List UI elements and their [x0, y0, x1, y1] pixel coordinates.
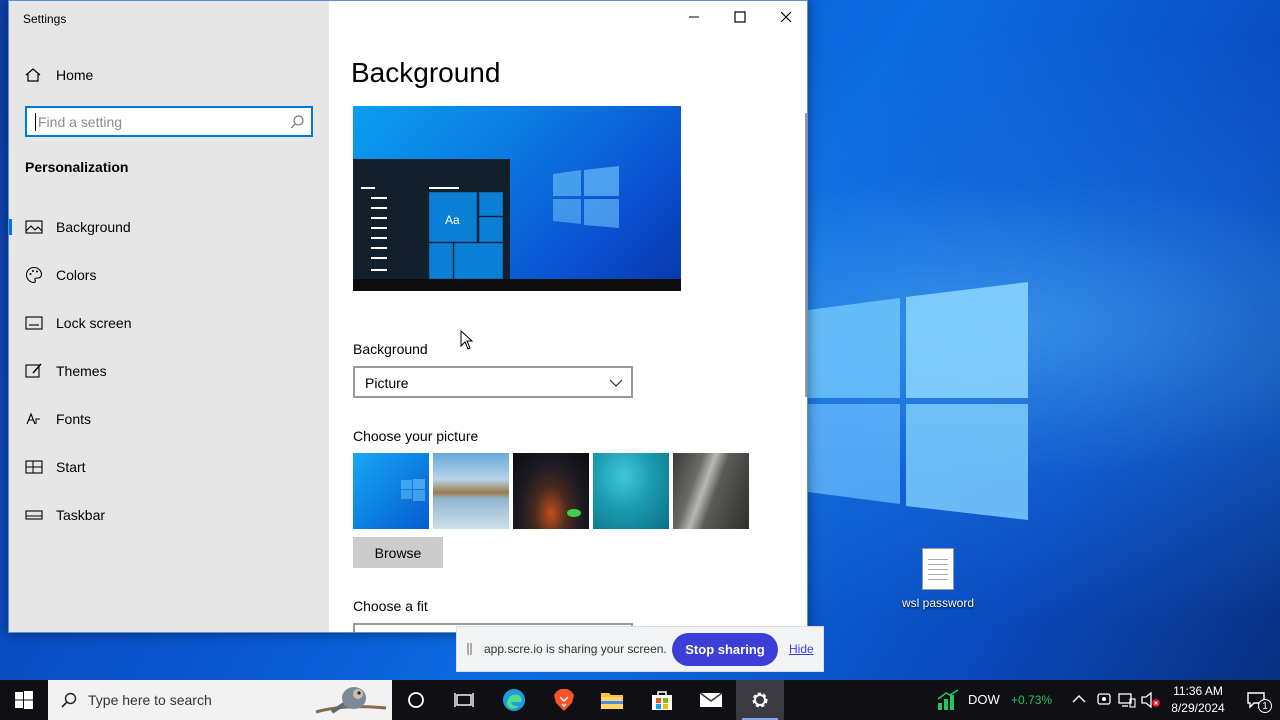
sidebar-item-themes[interactable]: Themes [9, 351, 329, 391]
settings-window: Settings Home Personalization Background [8, 0, 808, 633]
settings-sidebar: Settings Home Personalization Background [9, 1, 329, 632]
nav-home-label: Home [56, 67, 94, 83]
sidebar-item-label: Taskbar [56, 507, 106, 523]
sidebar-item-fonts[interactable]: Fonts [9, 399, 329, 439]
stock-name: DOW [968, 692, 1000, 707]
stock-chart-icon[interactable] [936, 689, 960, 711]
sidebar-item-colors[interactable]: Colors [9, 255, 329, 295]
mouse-cursor-icon [460, 330, 474, 350]
cortana-button[interactable] [392, 680, 440, 720]
notifications-button[interactable]: 1 [1232, 680, 1280, 720]
nav-home[interactable]: Home [25, 63, 93, 87]
settings-content: Background Aa Background Picture Choose … [329, 1, 807, 632]
stock-change: +0.73% [1011, 693, 1053, 707]
cortana-circle-icon [408, 692, 424, 708]
lock-screen-icon [25, 314, 43, 332]
hide-link[interactable]: Hide [789, 642, 814, 656]
chevron-down-icon [609, 379, 623, 387]
sidebar-item-label: Themes [56, 363, 107, 379]
text-file-icon [922, 548, 954, 590]
mail-button[interactable] [687, 680, 735, 720]
home-icon [25, 67, 41, 83]
search-icon[interactable] [289, 114, 305, 130]
windows-logo-wallpaper [808, 282, 1028, 520]
system-clock[interactable]: 11:36 AM 8/29/2024 [1160, 683, 1236, 717]
picture-thumbnail-underwater[interactable] [593, 453, 669, 529]
edge-browser-button[interactable] [490, 680, 538, 720]
start-button[interactable] [0, 680, 48, 720]
edge-icon [503, 689, 525, 711]
drag-handle-icon[interactable] [467, 643, 472, 655]
picture-thumbnail-windows[interactable] [353, 453, 429, 529]
preview-sample-text: Aa [445, 213, 460, 227]
gear-icon [752, 692, 768, 708]
brush-icon [25, 362, 43, 380]
sidebar-item-taskbar[interactable]: Taskbar [9, 495, 329, 535]
stop-sharing-button[interactable]: Stop sharing [672, 633, 778, 666]
desktop-preview: Aa [353, 106, 681, 291]
search-highlight-bird-icon [315, 687, 387, 714]
task-view-icon [454, 693, 474, 707]
notification-count-badge: 1 [1258, 699, 1272, 713]
setting-search-box[interactable] [25, 106, 313, 137]
picture-thumbnail-beach-rocks[interactable] [433, 453, 509, 529]
palette-icon [25, 266, 43, 284]
picture-thumbnail-night-sky[interactable] [513, 453, 589, 529]
clock-date: 8/29/2024 [1171, 701, 1225, 715]
chevron-up-icon[interactable] [1072, 694, 1086, 704]
preview-taskbar [353, 279, 681, 291]
section-title: Personalization [25, 159, 129, 175]
windows-start-icon [15, 691, 33, 709]
dropdown-value: Picture [365, 375, 409, 391]
taskbar-icon [25, 506, 43, 524]
file-explorer-button[interactable] [588, 680, 636, 720]
sidebar-item-background[interactable]: Background [9, 207, 329, 247]
taskbar-search-box[interactable]: Type here to search [48, 680, 392, 720]
background-label: Background [353, 341, 428, 357]
taskbar-search-text: Type here to search [88, 692, 212, 708]
preview-windows-logo [553, 166, 619, 228]
background-type-dropdown[interactable]: Picture [353, 366, 633, 398]
picture-icon [25, 218, 43, 236]
taskbar: Type here to search DOW +0.73% 11:36 AM … [0, 680, 1280, 720]
start-icon [25, 458, 43, 476]
task-view-button[interactable] [440, 680, 488, 720]
browse-button[interactable]: Browse [353, 537, 443, 568]
volume-muted-icon[interactable] [1141, 691, 1161, 709]
microsoft-store-button[interactable] [638, 680, 686, 720]
mail-icon [699, 692, 723, 707]
choose-picture-label: Choose your picture [353, 428, 479, 444]
sharing-message: app.scre.io is sharing your screen. [484, 642, 667, 656]
page-title: Background [351, 57, 501, 88]
sidebar-item-label: Colors [56, 267, 97, 283]
sidebar-item-label: Lock screen [56, 315, 132, 331]
content-scrollbar[interactable] [805, 113, 807, 397]
brave-lion-icon [554, 689, 574, 711]
preview-start-menu [353, 159, 510, 279]
sidebar-item-label: Start [56, 459, 86, 475]
choose-fit-label: Choose a fit [353, 598, 428, 614]
sidebar-item-start[interactable]: Start [9, 447, 329, 487]
store-bag-icon [652, 691, 672, 710]
search-icon [61, 692, 77, 708]
font-icon [25, 410, 43, 428]
settings-taskbar-button[interactable] [736, 680, 784, 720]
sidebar-item-label: Fonts [56, 411, 92, 427]
sidebar-item-label: Background [56, 219, 131, 235]
window-title: Settings [23, 12, 67, 26]
picture-thumbnail-cliff[interactable] [673, 453, 749, 529]
meet-now-icon[interactable] [1096, 691, 1112, 709]
folder-icon [601, 693, 623, 709]
network-icon[interactable] [1118, 691, 1136, 709]
screen-sharing-bar: app.scre.io is sharing your screen. Stop… [456, 626, 824, 672]
clock-time: 11:36 AM [1173, 684, 1223, 698]
desktop-file-label: wsl password [901, 596, 975, 610]
brave-browser-button[interactable] [540, 680, 588, 720]
search-input[interactable] [35, 113, 278, 131]
sidebar-item-lock-screen[interactable]: Lock screen [9, 303, 329, 343]
desktop-file-wsl-password[interactable]: wsl password [898, 548, 978, 610]
